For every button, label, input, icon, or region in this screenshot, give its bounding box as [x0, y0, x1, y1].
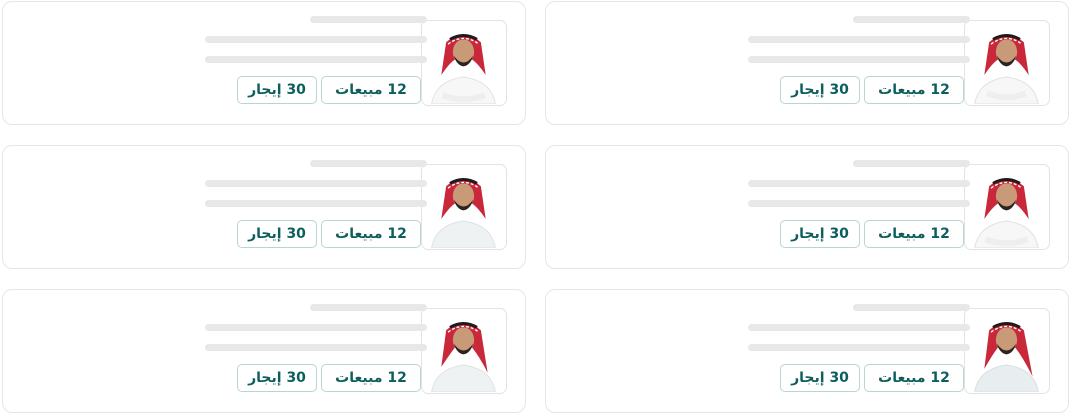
rent-count-badge[interactable]: 30 إيجار — [780, 364, 860, 392]
rent-count-badge[interactable]: 30 إيجار — [237, 220, 317, 248]
agent-card[interactable]: 12 مبيعات 30 إيجار — [2, 1, 526, 125]
agent-card[interactable]: 12 مبيعات 30 إيجار — [545, 145, 1069, 269]
sales-count-badge[interactable]: 12 مبيعات — [321, 220, 421, 248]
skeleton-line — [205, 324, 427, 331]
skeleton-line — [310, 160, 427, 167]
skeleton-line — [748, 36, 970, 43]
skeleton-line — [205, 344, 427, 351]
agent-avatar — [964, 308, 1050, 394]
agent-photo — [974, 322, 1039, 392]
skeleton-line — [310, 304, 427, 311]
agent-photo — [974, 178, 1039, 248]
agent-avatar — [421, 20, 507, 106]
agent-photo — [974, 34, 1039, 104]
skeleton-line — [748, 200, 970, 207]
skeleton-line — [853, 304, 970, 311]
skeleton-line — [748, 56, 970, 63]
agent-photo — [431, 322, 496, 392]
sales-count-badge[interactable]: 12 مبيعات — [864, 220, 964, 248]
skeleton-line — [205, 56, 427, 63]
skeleton-line — [748, 344, 970, 351]
agent-avatar — [964, 164, 1050, 250]
agent-card[interactable]: 12 مبيعات 30 إيجار — [2, 145, 526, 269]
skeleton-line — [205, 200, 427, 207]
rent-count-badge[interactable]: 30 إيجار — [237, 364, 317, 392]
agents-grid: 12 مبيعات 30 إيجار 12 مبيعات 30 إيجار 12… — [0, 0, 1072, 417]
sales-count-badge[interactable]: 12 مبيعات — [321, 76, 421, 104]
skeleton-line — [205, 36, 427, 43]
skeleton-line — [853, 16, 970, 23]
sales-count-badge[interactable]: 12 مبيعات — [864, 364, 964, 392]
agent-card[interactable]: 12 مبيعات 30 إيجار — [545, 1, 1069, 125]
agent-photo — [431, 34, 496, 104]
rent-count-badge[interactable]: 30 إيجار — [780, 76, 860, 104]
rent-count-badge[interactable]: 30 إيجار — [780, 220, 860, 248]
sales-count-badge[interactable]: 12 مبيعات — [864, 76, 964, 104]
agent-photo — [431, 178, 496, 248]
skeleton-line — [310, 16, 427, 23]
agent-card[interactable]: 12 مبيعات 30 إيجار — [2, 289, 526, 413]
agent-avatar — [421, 308, 507, 394]
skeleton-line — [205, 180, 427, 187]
sales-count-badge[interactable]: 12 مبيعات — [321, 364, 421, 392]
skeleton-line — [853, 160, 970, 167]
rent-count-badge[interactable]: 30 إيجار — [237, 76, 317, 104]
skeleton-line — [748, 324, 970, 331]
skeleton-line — [748, 180, 970, 187]
agent-card[interactable]: 12 مبيعات 30 إيجار — [545, 289, 1069, 413]
agent-avatar — [964, 20, 1050, 106]
agent-avatar — [421, 164, 507, 250]
